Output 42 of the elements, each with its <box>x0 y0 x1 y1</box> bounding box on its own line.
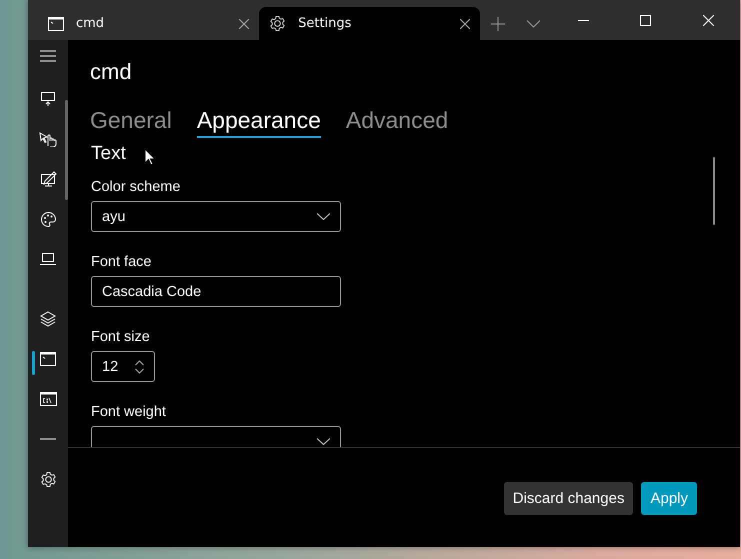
hand-pointer-icon <box>39 131 57 147</box>
terminal-icon <box>40 352 56 366</box>
palette-icon <box>40 210 56 228</box>
spinner-arrows-icon[interactable] <box>135 360 144 374</box>
tab[interactable]: Settings <box>259 7 480 40</box>
field-value: Cascadia Code <box>102 284 202 300</box>
field-value: 12 <box>102 358 120 374</box>
tab[interactable]: Advanced <box>346 107 448 138</box>
tab[interactable]: cmd <box>38 7 260 40</box>
setting-label: Font face <box>91 254 152 270</box>
line-icon <box>40 438 56 440</box>
number-field[interactable]: 12 <box>91 351 155 382</box>
scrollbar[interactable] <box>713 157 715 225</box>
chevron-down-icon <box>317 438 330 445</box>
discard-button[interactable]: Discard changes <box>504 482 634 515</box>
chevron-down-icon[interactable] <box>527 20 540 28</box>
setting-label: Font weight <box>91 404 167 420</box>
laptop-icon <box>40 252 56 266</box>
scrollbar[interactable] <box>65 100 68 200</box>
section-heading: Text <box>91 143 126 165</box>
setting-label: Font size <box>91 329 151 345</box>
tab[interactable]: General <box>90 107 172 138</box>
text-field[interactable]: Cascadia Code <box>91 276 341 307</box>
close-icon[interactable] <box>239 18 250 28</box>
maximize-icon[interactable] <box>640 14 652 26</box>
plus-icon[interactable] <box>491 16 506 30</box>
chevron-down-icon <box>317 213 330 220</box>
layers-icon <box>40 311 56 327</box>
setting-label: Color scheme <box>91 179 182 195</box>
field-value: ayu <box>102 208 126 224</box>
terminal-icon <box>48 16 64 30</box>
settings-icon[interactable] <box>40 470 56 488</box>
menu-icon[interactable] <box>40 50 56 62</box>
monitor-brush-icon <box>40 171 56 187</box>
command-prompt-icon <box>40 392 56 406</box>
mouse-cursor-icon <box>144 148 156 166</box>
gear-icon <box>269 15 286 32</box>
dropdown[interactable]: ayu <box>91 201 341 232</box>
monitor-arrow-icon <box>40 91 56 107</box>
tab[interactable]: Appearance <box>196 107 321 138</box>
close-icon[interactable] <box>460 18 470 28</box>
profile-title: cmd <box>90 59 133 86</box>
